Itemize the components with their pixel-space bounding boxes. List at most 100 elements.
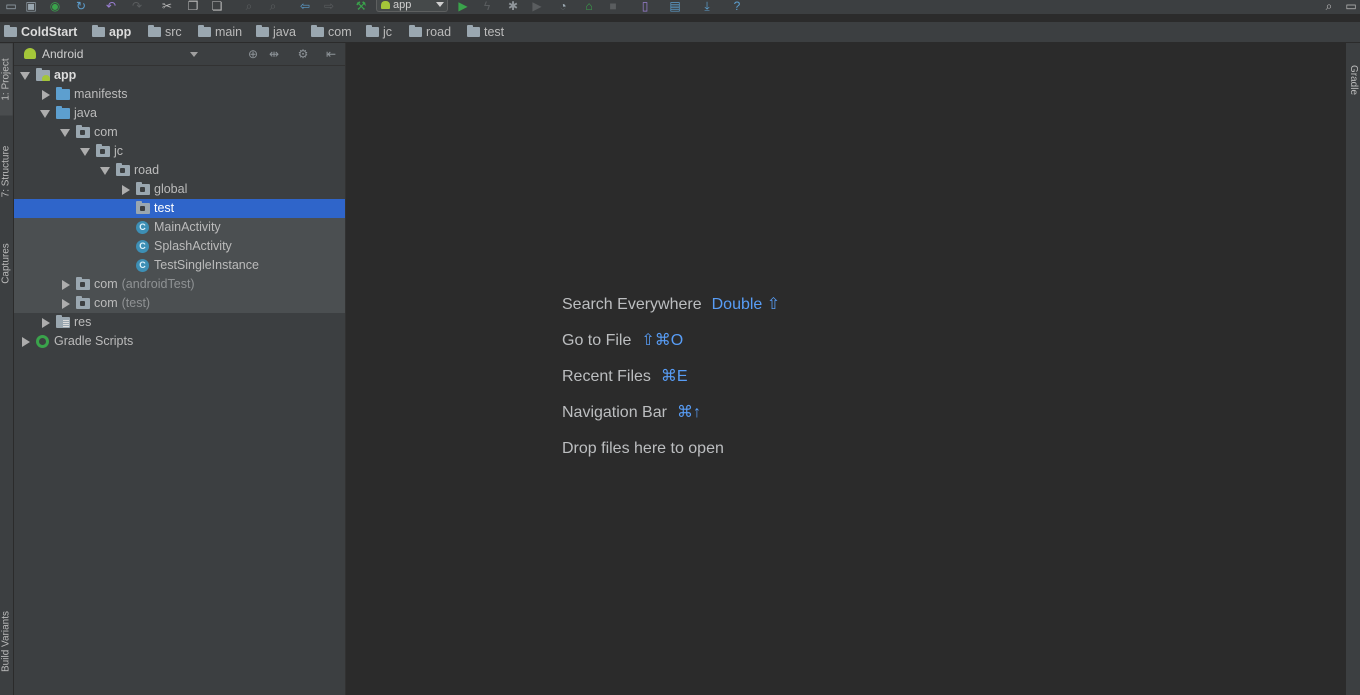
- device-manager-icon[interactable]: ▤: [668, 0, 682, 12]
- tool-tab-captures[interactable]: Captures: [0, 228, 13, 300]
- tool-tab-structure[interactable]: 7: Structure: [0, 136, 13, 208]
- tree-item-qualifier: (androidTest): [121, 277, 195, 291]
- profiler-icon[interactable]: ◔: [556, 0, 570, 12]
- tree-item[interactable]: Gradle Scripts: [14, 332, 345, 351]
- tree-item-name: com: [94, 296, 118, 310]
- tool-tab-build-variants[interactable]: Build Variants: [0, 606, 13, 678]
- folder-icon: [148, 25, 161, 37]
- breadcrumb-label: test: [484, 25, 505, 39]
- app-module-icon: [36, 68, 50, 81]
- tree-item[interactable]: com: [14, 123, 345, 142]
- breadcrumb-label: main: [215, 25, 243, 39]
- package-icon: [76, 296, 90, 309]
- replace-icon[interactable]: ⌕: [266, 0, 280, 12]
- apply-changes-icon[interactable]: ϟ: [480, 0, 494, 12]
- expanded-arrow-icon[interactable]: [80, 148, 90, 156]
- forward-icon[interactable]: ⇨: [322, 0, 336, 12]
- breadcrumb-item-coldstart[interactable]: ColdStart: [4, 22, 77, 42]
- tree-item[interactable]: C MainActivity: [14, 218, 345, 237]
- coverage-icon[interactable]: ▶: [530, 0, 544, 12]
- help-icon[interactable]: ?: [730, 0, 744, 12]
- expanded-arrow-icon[interactable]: [40, 110, 50, 118]
- run-icon[interactable]: ▶: [456, 0, 470, 12]
- editor-hint: Recent Files ⌘E: [562, 366, 688, 388]
- right-tool-strip: Gradle: [1345, 43, 1360, 695]
- sdk-manager-icon[interactable]: ⤓: [700, 0, 714, 12]
- build-hammer-icon[interactable]: ⚒: [354, 0, 368, 12]
- breadcrumb-item-java[interactable]: java: [256, 22, 296, 42]
- tree-item[interactable]: C TestSingleInstance: [14, 256, 345, 275]
- tool-tab-project[interactable]: 1: Project: [0, 43, 13, 116]
- editor-hint: Navigation Bar ⌘↑: [562, 402, 701, 424]
- breadcrumb-item-test[interactable]: test: [467, 22, 504, 42]
- collapsed-arrow-icon[interactable]: [42, 318, 50, 328]
- collapsed-arrow-icon[interactable]: [122, 185, 130, 195]
- breadcrumb-item-app[interactable]: app: [92, 22, 131, 42]
- tree-item-label: global: [154, 180, 187, 199]
- android-icon: [381, 1, 390, 9]
- tree-item[interactable]: manifests: [14, 85, 345, 104]
- attach-debugger-icon[interactable]: ⌂: [582, 0, 596, 12]
- hide-panel-icon[interactable]: ⇤: [324, 46, 338, 62]
- sync-icon[interactable]: ◉: [48, 0, 62, 12]
- expanded-arrow-icon[interactable]: [20, 72, 30, 80]
- collapsed-arrow-icon[interactable]: [42, 90, 50, 100]
- expanded-arrow-icon[interactable]: [60, 129, 70, 137]
- breadcrumb-item-main[interactable]: main: [198, 22, 242, 42]
- chevron-down-icon[interactable]: [190, 52, 198, 57]
- breadcrumb-item-jc[interactable]: jc: [366, 22, 392, 42]
- breadcrumb-item-src[interactable]: src: [148, 22, 182, 42]
- copy-icon[interactable]: ❐: [186, 0, 200, 12]
- tree-item-name: manifests: [74, 87, 128, 101]
- tool-tab-gradle[interactable]: Gradle: [1346, 45, 1360, 115]
- scroll-from-source-icon[interactable]: ⊕: [246, 46, 260, 62]
- breadcrumb-label: java: [273, 25, 296, 39]
- editor-empty-area[interactable]: Search Everywhere Double ⇧ Go to File ⇧⌘O Re…: [346, 43, 1345, 695]
- run-configuration-dropdown[interactable]: app: [376, 0, 448, 12]
- hint-label: Go to File: [562, 332, 632, 349]
- tree-item[interactable]: global: [14, 180, 345, 199]
- tree-item[interactable]: road: [14, 161, 345, 180]
- main-toolbar: ▭ ▣ ◉ ↻ ↶ ↷ ✂ ❐ ❏ ⌕ ⌕ ⇦ ⇨ ⚒ app ▶ ϟ ✱ ▶ …: [0, 0, 1360, 14]
- project-icon[interactable]: ▭: [4, 0, 18, 12]
- navigation-breadcrumb: ColdStart app src main java com jc road …: [0, 22, 1360, 43]
- redo-icon[interactable]: ↷: [130, 0, 144, 12]
- collapsed-arrow-icon[interactable]: [22, 337, 30, 347]
- tree-item-label: app: [54, 66, 76, 85]
- tree-item[interactable]: com (test): [14, 294, 345, 313]
- window-icon[interactable]: ▭: [1344, 0, 1358, 12]
- tree-item[interactable]: java: [14, 104, 345, 123]
- folder-icon: [256, 25, 269, 37]
- project-view-selector[interactable]: Android: [42, 43, 83, 65]
- breadcrumb-label: app: [109, 25, 132, 39]
- tree-item-label: jc: [114, 142, 123, 161]
- back-icon[interactable]: ⇦: [298, 0, 312, 12]
- tree-item[interactable]: app: [14, 66, 345, 85]
- class-icon: C: [136, 221, 149, 234]
- find-icon[interactable]: ⌕: [242, 0, 256, 12]
- collapsed-arrow-icon[interactable]: [62, 299, 70, 309]
- save-icon[interactable]: ▣: [24, 0, 38, 12]
- tree-item[interactable]: jc: [14, 142, 345, 161]
- tree-item[interactable]: com (androidTest): [14, 275, 345, 294]
- breadcrumb-item-com[interactable]: com: [311, 22, 352, 42]
- run-configuration-label: app: [393, 0, 412, 11]
- tree-item[interactable]: res: [14, 313, 345, 332]
- avd-manager-icon[interactable]: ▯: [638, 0, 652, 12]
- tree-item-name: Gradle Scripts: [54, 334, 134, 348]
- search-icon[interactable]: ⌕: [1322, 0, 1336, 12]
- folder-icon: [198, 25, 211, 37]
- stop-icon[interactable]: ■: [606, 0, 620, 12]
- cut-icon[interactable]: ✂: [160, 0, 174, 12]
- collapse-all-icon[interactable]: ⇹: [267, 46, 281, 62]
- debug-icon[interactable]: ✱: [506, 0, 520, 12]
- expanded-arrow-icon[interactable]: [100, 167, 110, 175]
- paste-icon[interactable]: ❏: [210, 0, 224, 12]
- gear-icon[interactable]: ⚙: [296, 46, 310, 62]
- refresh-icon[interactable]: ↻: [74, 0, 88, 12]
- breadcrumb-item-road[interactable]: road: [409, 22, 451, 42]
- collapsed-arrow-icon[interactable]: [62, 280, 70, 290]
- tree-item[interactable]: C SplashActivity: [14, 237, 345, 256]
- undo-icon[interactable]: ↶: [104, 0, 118, 12]
- tree-item[interactable]: test: [14, 199, 345, 218]
